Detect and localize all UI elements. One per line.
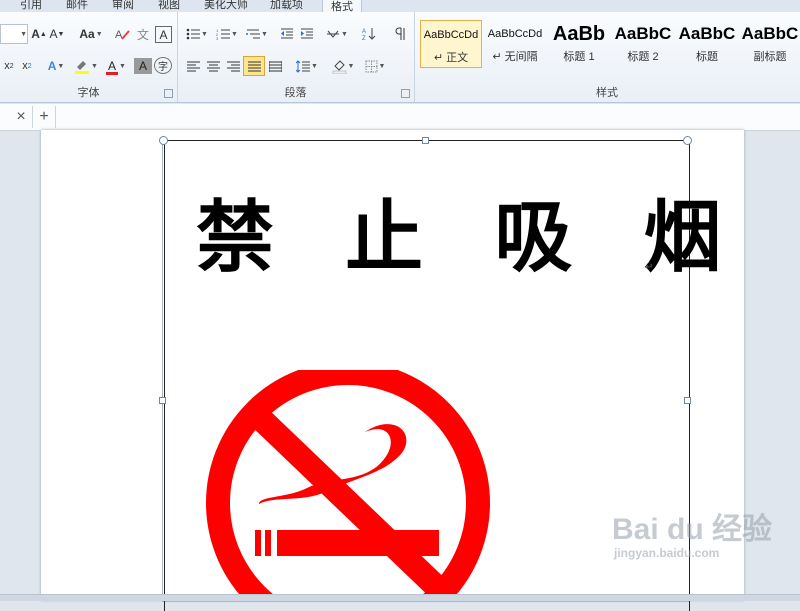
resize-handle-top-right[interactable] bbox=[683, 136, 692, 145]
svg-text:3: 3 bbox=[216, 36, 219, 40]
phonetic-guide-button[interactable]: 文 bbox=[134, 24, 152, 44]
chinese-layout-icon[interactable]: ▼ bbox=[323, 24, 351, 44]
paragraph-group-label: 段落 bbox=[284, 87, 307, 99]
clear-format-icon[interactable]: A bbox=[114, 24, 132, 44]
decrease-indent-icon[interactable] bbox=[277, 24, 297, 44]
align-right-icon[interactable] bbox=[223, 56, 243, 76]
resize-handle-top-left[interactable] bbox=[159, 136, 168, 145]
style-normal[interactable]: AaBbCcDd ↵ 正文 bbox=[420, 20, 482, 68]
style-heading-2[interactable]: AaBbC 标题 2 bbox=[612, 20, 674, 68]
svg-text:A: A bbox=[115, 29, 123, 41]
svg-text:Z: Z bbox=[362, 36, 366, 41]
sort-icon[interactable]: AZ bbox=[359, 24, 379, 44]
tab-references[interactable]: 引用 bbox=[20, 0, 42, 12]
borders-icon[interactable]: ▼ bbox=[361, 56, 389, 76]
grow-font-button[interactable]: A ▲ bbox=[31, 24, 47, 44]
superscript-icon[interactable]: x2 bbox=[18, 56, 36, 76]
subscript-icon[interactable]: x2 bbox=[0, 56, 18, 76]
multilevel-list-icon[interactable]: ▼ bbox=[243, 24, 271, 44]
highlight-button[interactable]: ▼ bbox=[72, 56, 100, 76]
menu-tabs: 引用 邮件 审阅 视图 美化大师 加载项 格式 bbox=[0, 0, 800, 12]
cigarette-filter-2 bbox=[265, 530, 271, 556]
close-tab-icon[interactable]: × bbox=[11, 108, 31, 126]
resize-handle-left[interactable] bbox=[159, 397, 166, 404]
style-heading-1[interactable]: AaBb 标题 1 bbox=[548, 20, 610, 68]
sign-slash bbox=[248, 406, 454, 600]
style-subtitle[interactable]: AaBbC 副标题 bbox=[740, 20, 800, 68]
watermark-url: jingyan.baidu.com bbox=[614, 546, 720, 560]
watermark-brand: Bai du 经验 bbox=[612, 513, 773, 546]
show-marks-icon[interactable] bbox=[391, 24, 409, 44]
numbering-icon[interactable]: 1 2 3 ▼ bbox=[213, 24, 241, 44]
font-group: ▼ A ▲ A ▼ Aa ▼ A 文 A x2 x2 A ▼ ▼ A ▼ A 字 字体 bbox=[0, 12, 178, 102]
paragraph-group: ▼ 1 2 3 ▼ ▼ ▼ AZ ▼ ▼ ▼ 段落 bbox=[177, 12, 415, 102]
align-center-icon[interactable] bbox=[203, 56, 223, 76]
tab-review[interactable]: 审阅 bbox=[112, 0, 134, 12]
cigarette-filter-1 bbox=[255, 530, 261, 556]
line-spacing-icon[interactable]: ▼ bbox=[293, 56, 321, 76]
bullets-icon[interactable]: ▼ bbox=[183, 24, 211, 44]
font-size-dropdown[interactable]: ▼ bbox=[0, 24, 28, 44]
document-tab-bar: × + bbox=[0, 104, 800, 131]
style-no-spacing[interactable]: AaBbCcDd ↵ 无间隔 bbox=[484, 20, 546, 68]
tab-mailings[interactable]: 邮件 bbox=[66, 0, 88, 12]
style-title[interactable]: AaBbC 标题 bbox=[676, 20, 738, 68]
increase-indent-icon[interactable] bbox=[297, 24, 317, 44]
enclose-char-button[interactable]: 字 bbox=[154, 57, 172, 74]
shrink-font-button[interactable]: A ▼ bbox=[49, 24, 65, 44]
svg-text:A: A bbox=[362, 29, 366, 35]
resize-handle-top[interactable] bbox=[422, 137, 429, 144]
styles-group-label: 样式 bbox=[596, 87, 618, 99]
align-left-icon[interactable] bbox=[183, 56, 203, 76]
font-group-label: 字体 bbox=[77, 87, 100, 99]
tab-format[interactable]: 格式 bbox=[322, 0, 362, 12]
tab-view[interactable]: 视图 bbox=[158, 0, 180, 12]
distributed-icon[interactable] bbox=[265, 56, 285, 76]
new-tab-icon[interactable]: + bbox=[34, 108, 54, 126]
font-dialog-launcher-icon[interactable] bbox=[164, 89, 173, 98]
char-border-button[interactable]: A bbox=[155, 26, 172, 43]
tab-beautify[interactable]: 美化大师 bbox=[204, 0, 248, 12]
text-effect-button[interactable]: A ▼ bbox=[42, 56, 70, 76]
ribbon: ▼ A ▲ A ▼ Aa ▼ A 文 A x2 x2 A ▼ ▼ A ▼ A 字 字体 ▼… bbox=[0, 12, 800, 103]
justify-icon[interactable] bbox=[243, 56, 265, 76]
baidu-watermark: Bai du 经验 jingyan.baidu.com bbox=[612, 513, 773, 561]
paragraph-mark: ↵ bbox=[645, 262, 654, 273]
paragraph-dialog-launcher-icon[interactable] bbox=[401, 89, 410, 98]
sign-title[interactable]: 禁 止 吸 烟 bbox=[196, 175, 721, 285]
no-smoking-icon[interactable] bbox=[205, 370, 495, 600]
char-shading-button[interactable]: A bbox=[134, 58, 152, 74]
font-color-button[interactable]: A ▼ bbox=[102, 56, 130, 76]
resize-handle-right[interactable] bbox=[684, 397, 691, 404]
styles-group: AaBbCcDd ↵ 正文 AaBbCcDd ↵ 无间隔 AaBb 标题 1 A… bbox=[414, 12, 800, 102]
tab-addins[interactable]: 加载项 bbox=[270, 0, 303, 12]
change-case-button[interactable]: Aa ▼ bbox=[78, 24, 104, 44]
shading-icon[interactable]: ▼ bbox=[329, 56, 357, 76]
